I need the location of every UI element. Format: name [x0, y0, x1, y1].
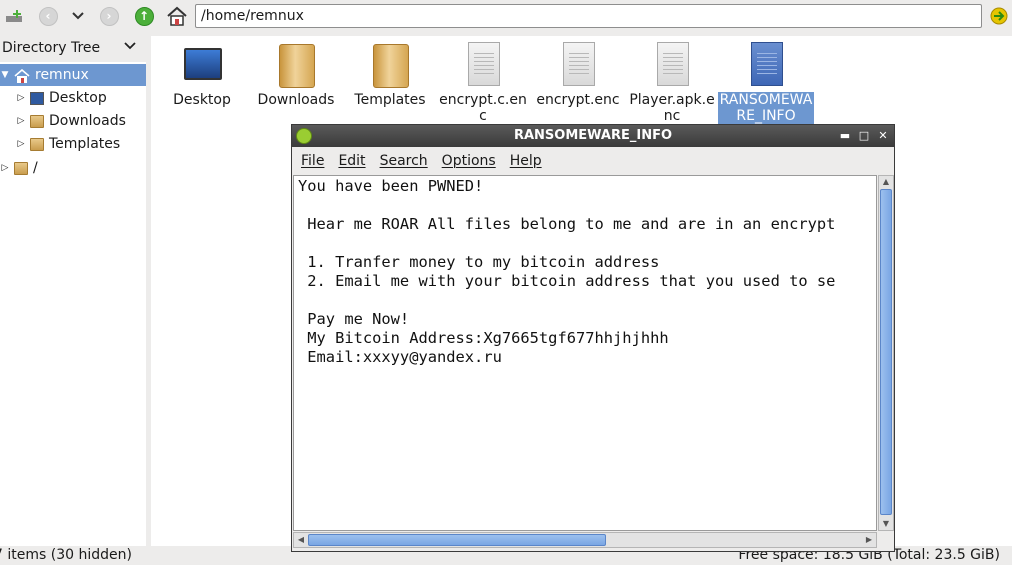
- new-tab-icon[interactable]: [2, 5, 26, 27]
- vertical-scrollbar[interactable]: ▲ ▼: [878, 175, 894, 531]
- tree-item-templates[interactable]: ▷ Templates: [0, 133, 146, 155]
- collapsed-arrow-icon[interactable]: ▷: [0, 163, 10, 173]
- up-icon[interactable]: ↑: [132, 5, 156, 27]
- file-name: Downloads: [257, 92, 335, 108]
- leafpad-app-icon[interactable]: [296, 128, 312, 144]
- collapsed-arrow-icon[interactable]: ▷: [16, 116, 26, 126]
- directory-tree-title: Directory Tree: [2, 40, 101, 56]
- file-item-downloads[interactable]: Downloads: [248, 42, 344, 108]
- toolbar: ‹ › ↑ /home/remnux: [0, 0, 1012, 34]
- tree-item-desktop[interactable]: ▷ Desktop: [0, 87, 146, 109]
- file-name: Templates: [354, 92, 426, 108]
- scroll-down-icon[interactable]: ▼: [879, 518, 893, 530]
- document-icon: [741, 42, 791, 88]
- tree-item-label: Downloads: [49, 113, 126, 129]
- text-editor-window: RANSOMEWARE_INFO ▬ □ ✕ File Edit Search …: [291, 124, 895, 552]
- desktop-icon: [177, 42, 227, 88]
- history-icon[interactable]: [66, 5, 90, 27]
- desktop-icon: [30, 91, 44, 105]
- file-name: Desktop: [173, 92, 231, 108]
- text-content-area[interactable]: You have been PWNED! Hear me ROAR All fi…: [293, 175, 877, 531]
- file-item-desktop[interactable]: Desktop: [154, 42, 250, 108]
- back-icon[interactable]: ‹: [36, 5, 60, 27]
- address-bar[interactable]: /home/remnux: [195, 4, 982, 28]
- folder-icon: [271, 42, 321, 88]
- go-icon[interactable]: [987, 5, 1011, 27]
- menu-search[interactable]: Search: [380, 153, 428, 169]
- document-icon: [458, 42, 508, 88]
- tree-item-label: /: [33, 160, 38, 176]
- close-icon[interactable]: ✕: [875, 127, 891, 144]
- document-icon: [647, 42, 697, 88]
- menu-help[interactable]: Help: [510, 153, 542, 169]
- directory-tree-panel: Directory Tree ▼ remnux ▷ Desktop ▷ Down…: [0, 36, 146, 546]
- menu-bar: File Edit Search Options Help: [292, 149, 894, 173]
- scroll-right-icon[interactable]: ▶: [862, 534, 876, 546]
- scroll-up-icon[interactable]: ▲: [879, 176, 893, 188]
- file-item-encrypt-c-enc[interactable]: encrypt.c.enc: [435, 42, 531, 124]
- item-count: 7 items (30 hidden): [0, 547, 132, 563]
- folder-icon: [365, 42, 415, 88]
- document-icon: [553, 42, 603, 88]
- file-name: Player.apk.enc: [629, 92, 715, 124]
- menu-options[interactable]: Options: [442, 153, 496, 169]
- menu-edit[interactable]: Edit: [338, 153, 365, 169]
- tree-item-label: remnux: [35, 67, 89, 83]
- scroll-left-icon[interactable]: ◀: [294, 534, 308, 546]
- folder-icon: [14, 161, 28, 175]
- vertical-scroll-thumb[interactable]: [880, 189, 892, 515]
- forward-icon[interactable]: ›: [97, 5, 121, 27]
- folder-icon: [30, 114, 44, 128]
- tree-item-label: Desktop: [49, 90, 107, 106]
- file-item-ransomeware-info[interactable]: RANSOMEWARE_INFO: [718, 42, 814, 124]
- maximize-icon[interactable]: □: [856, 127, 872, 144]
- minimize-icon[interactable]: ▬: [837, 127, 853, 144]
- window-title: RANSOMEWARE_INFO: [513, 128, 673, 143]
- file-item-player-apk-enc[interactable]: Player.apk.enc: [624, 42, 720, 124]
- collapsed-arrow-icon[interactable]: ▷: [16, 93, 26, 103]
- tree-item-label: Templates: [49, 136, 121, 152]
- collapsed-arrow-icon[interactable]: ▷: [16, 139, 26, 149]
- tree-item-remnux[interactable]: ▼ remnux: [0, 64, 146, 86]
- file-item-encrypt-enc[interactable]: encrypt.enc: [530, 42, 626, 108]
- expanded-arrow-icon[interactable]: ▼: [0, 70, 10, 80]
- folder-icon: [30, 137, 44, 151]
- home-icon[interactable]: [165, 5, 189, 27]
- file-name: encrypt.c.enc: [439, 92, 527, 124]
- file-name: RANSOMEWARE_INFO: [718, 92, 814, 124]
- menu-file[interactable]: File: [301, 153, 324, 169]
- tree-item-downloads[interactable]: ▷ Downloads: [0, 110, 146, 132]
- horizontal-scrollbar[interactable]: ◀ ▶: [293, 532, 877, 548]
- file-item-templates[interactable]: Templates: [342, 42, 438, 108]
- window-titlebar[interactable]: RANSOMEWARE_INFO ▬ □ ✕: [292, 125, 894, 147]
- horizontal-scroll-thumb[interactable]: [308, 534, 606, 546]
- directory-tree-header[interactable]: Directory Tree: [0, 36, 146, 62]
- chevron-down-icon[interactable]: [124, 40, 136, 53]
- home-icon: [14, 68, 30, 83]
- tree-item-root[interactable]: ▷ /: [0, 157, 146, 179]
- file-name: encrypt.enc: [536, 92, 620, 108]
